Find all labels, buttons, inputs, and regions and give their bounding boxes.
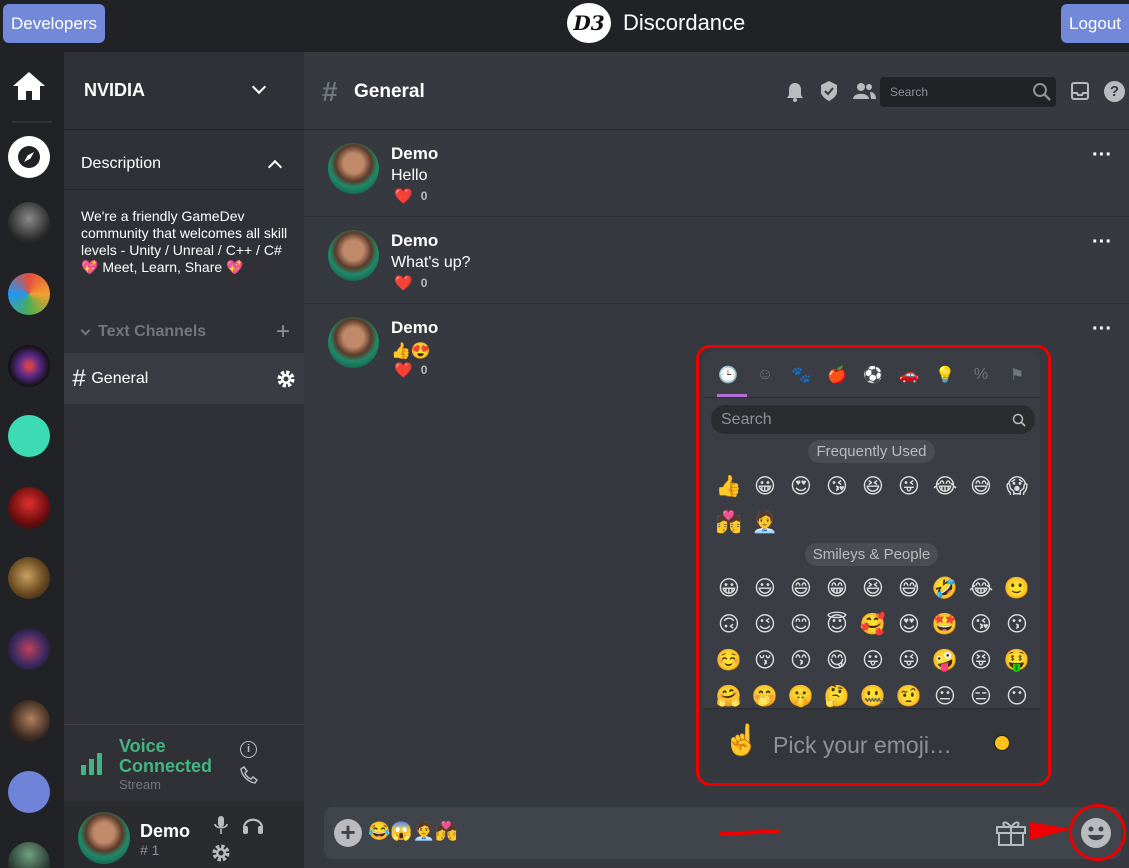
add-attachment-icon[interactable]: + — [334, 819, 362, 847]
message-author[interactable]: Demo — [391, 144, 438, 164]
microphone-icon[interactable] — [213, 815, 229, 837]
user-avatar[interactable] — [78, 812, 130, 864]
server-icon-4[interactable] — [8, 415, 50, 457]
user-tag: # 1 — [140, 842, 160, 858]
message-author[interactable]: Demo — [391, 231, 438, 251]
headphones-icon[interactable] — [242, 814, 264, 836]
composer-input[interactable]: 😂😱🧑‍💼💏 — [368, 821, 458, 842]
compass-icon — [18, 146, 40, 168]
channel-item-general[interactable]: # General — [64, 353, 304, 404]
chevron-down-icon — [80, 325, 91, 335]
chevron-up-icon — [267, 159, 283, 175]
message-item[interactable]: Demo Hello ❤️ 0 ··· — [304, 130, 1129, 217]
brand: D3 Discordance — [567, 3, 745, 43]
highlight-box — [696, 345, 1051, 786]
rail-divider — [12, 121, 52, 123]
search-input[interactable]: Search — [880, 77, 1056, 107]
bell-icon[interactable] — [786, 82, 804, 102]
reaction-count: 0 — [420, 363, 428, 377]
reaction-count: 0 — [420, 189, 428, 203]
user-name: Demo — [140, 821, 191, 841]
brand-logo: D3 — [567, 3, 611, 43]
server-icon-9[interactable] — [8, 771, 50, 813]
search-icon[interactable] — [1032, 82, 1052, 102]
voice-status: Voice Connected — [119, 736, 213, 776]
phone-icon[interactable] — [240, 766, 258, 784]
chevron-down-icon — [251, 79, 267, 95]
server-name: NVIDIA — [84, 80, 146, 100]
message-text: Hello — [391, 167, 428, 184]
developers-button[interactable]: Developers — [3, 4, 105, 43]
text-channels-label: Text Channels — [98, 323, 207, 340]
channel-title: General — [354, 81, 425, 102]
message-item[interactable]: Demo What's up? ❤️ 0 ··· — [304, 217, 1129, 304]
server-description: We're a friendly GameDev community that … — [81, 208, 288, 275]
description-title: Description — [81, 154, 162, 172]
description-header[interactable]: Description — [64, 138, 304, 190]
server-icon-2[interactable] — [8, 273, 50, 315]
top-bar — [0, 0, 1129, 52]
message-reaction[interactable]: ❤️ 0 — [394, 274, 427, 292]
voice-panel: Voice Connected Stream i — [64, 724, 304, 801]
members-icon[interactable] — [852, 82, 876, 100]
help-icon[interactable]: ? — [1104, 81, 1125, 102]
home-icon — [13, 72, 45, 100]
annotation-arrow — [720, 829, 780, 836]
message-reaction[interactable]: ❤️ 0 — [394, 361, 427, 379]
inbox-icon[interactable] — [1070, 81, 1090, 101]
add-channel-icon[interactable]: + — [276, 318, 290, 346]
home-button[interactable] — [8, 65, 50, 107]
text-channels-header[interactable]: Text Channels + — [80, 318, 300, 345]
chat-header: # General Search ? — [304, 52, 1129, 130]
server-icon-8[interactable] — [8, 700, 50, 742]
message-reaction[interactable]: ❤️ 0 — [394, 187, 427, 205]
channel-label: General — [91, 369, 149, 387]
info-icon[interactable]: i — [240, 741, 257, 758]
hash-icon: # — [72, 364, 86, 392]
hash-icon: # — [322, 76, 338, 107]
gift-icon[interactable] — [995, 817, 1027, 847]
signal-icon — [81, 753, 102, 775]
gear-icon[interactable] — [211, 843, 231, 863]
heart-icon: ❤️ — [394, 188, 413, 205]
more-options-icon[interactable]: ··· — [1092, 319, 1112, 339]
message-avatar[interactable] — [328, 143, 379, 194]
voice-sub: Stream — [119, 777, 161, 792]
annotation-circle — [1069, 804, 1126, 861]
gear-icon[interactable] — [276, 369, 296, 389]
logout-button[interactable]: Logout — [1061, 4, 1129, 43]
heart-icon: ❤️ — [394, 362, 413, 379]
message-author[interactable]: Demo — [391, 318, 438, 338]
message-text: What's up? — [391, 254, 471, 271]
annotation-arrowhead — [1030, 822, 1072, 840]
server-icon-1[interactable] — [8, 202, 50, 244]
user-panel: Demo # 1 — [64, 801, 304, 868]
server-icon-6[interactable] — [8, 557, 50, 599]
more-options-icon[interactable]: ··· — [1092, 145, 1112, 165]
server-icon-7[interactable] — [8, 628, 50, 670]
message-text: 👍😍 — [391, 343, 431, 360]
message-avatar[interactable] — [328, 317, 379, 368]
reaction-count: 0 — [420, 276, 428, 290]
explore-button[interactable] — [8, 136, 50, 178]
message-avatar[interactable] — [328, 230, 379, 281]
server-header[interactable]: NVIDIA — [64, 52, 304, 130]
pin-icon[interactable] — [819, 80, 839, 102]
more-options-icon[interactable]: ··· — [1092, 232, 1112, 252]
server-icon-5[interactable] — [8, 487, 50, 529]
brand-name: Discordance — [623, 10, 746, 35]
server-icon-3[interactable] — [8, 345, 50, 387]
heart-icon: ❤️ — [394, 275, 413, 292]
